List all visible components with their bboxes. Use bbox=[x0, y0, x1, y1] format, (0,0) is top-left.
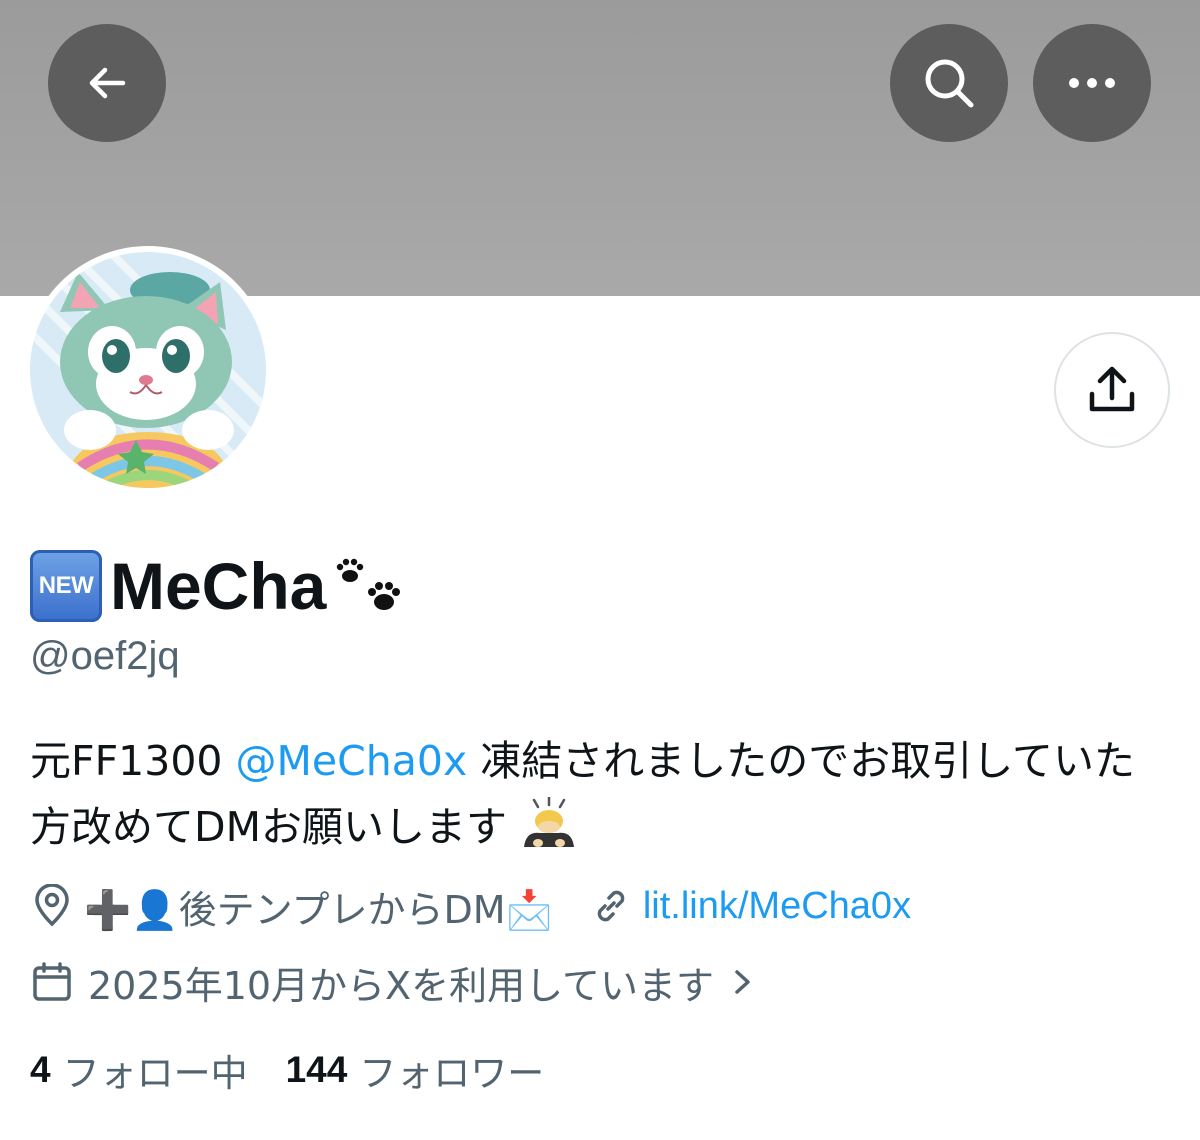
bio-mention-link[interactable]: @MeCha0x bbox=[236, 737, 468, 785]
joined-date-text: 2025年10月からXを利用しています bbox=[88, 963, 714, 1008]
link-icon bbox=[597, 890, 625, 922]
profile-bio: 元FF1300 @MeCha0x 凍結されましたのでお取引していた方改めてDMお… bbox=[30, 728, 1160, 860]
calendar-icon bbox=[33, 962, 71, 1001]
website-link[interactable]: lit.link/MeCha0x bbox=[643, 885, 911, 928]
user-handle: @oef2jq bbox=[30, 634, 180, 678]
followers-label: フォロワー bbox=[359, 1052, 545, 1095]
search-button[interactable] bbox=[890, 24, 1008, 142]
bio-text: 元FF1300 bbox=[30, 737, 236, 785]
followers-link[interactable]: 144 フォロワー bbox=[286, 1043, 545, 1097]
share-icon bbox=[1089, 366, 1135, 412]
location-text: ➕👤後テンプレからDM📩 bbox=[84, 887, 553, 932]
bowing-person-emoji bbox=[524, 795, 574, 847]
more-horizontal-icon bbox=[1069, 78, 1115, 88]
search-icon bbox=[925, 59, 974, 108]
website-item[interactable]: lit.link/MeCha0x bbox=[589, 884, 911, 928]
followers-count: 144 bbox=[285, 1049, 348, 1090]
avatar[interactable] bbox=[24, 246, 272, 494]
display-name-row: NEW MeCha bbox=[30, 546, 406, 626]
profile-meta-row: ➕👤後テンプレからDM📩 lit.link/MeCha0x bbox=[30, 876, 911, 936]
share-button[interactable] bbox=[1054, 332, 1170, 448]
new-badge-emoji: NEW bbox=[30, 550, 102, 622]
following-label: フォロー中 bbox=[62, 1052, 248, 1095]
joined-date-row[interactable]: 2025年10月からXを利用しています bbox=[30, 952, 758, 1012]
location-item: ➕👤後テンプレからDM📩 bbox=[30, 879, 553, 934]
back-button[interactable] bbox=[48, 24, 166, 142]
paw-prints-icon bbox=[337, 558, 401, 610]
arrow-left-icon bbox=[89, 67, 126, 99]
follow-stats-row: 4 フォロー中 144 フォロワー bbox=[30, 1040, 544, 1100]
more-options-button[interactable] bbox=[1033, 24, 1151, 142]
display-name: MeCha bbox=[110, 549, 327, 623]
following-count: 4 bbox=[30, 1049, 51, 1090]
avatar-image bbox=[30, 252, 266, 488]
chevron-right-icon bbox=[735, 970, 750, 994]
location-pin-icon bbox=[35, 884, 69, 927]
following-link[interactable]: 4 フォロー中 bbox=[30, 1043, 248, 1097]
